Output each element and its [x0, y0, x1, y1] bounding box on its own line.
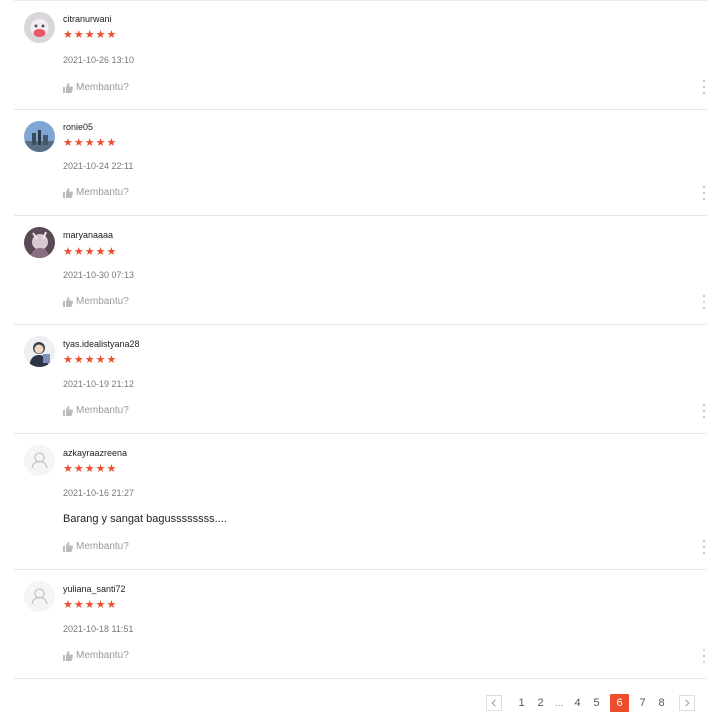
page-8[interactable]: 8: [652, 697, 671, 709]
avatar[interactable]: [24, 581, 55, 612]
review-username[interactable]: maryanaaaa: [63, 230, 113, 240]
page-5[interactable]: 5: [587, 697, 606, 709]
review-item: ronie05 ★★★★★ 2021-10-24 22:11 Membantu?: [14, 109, 707, 216]
avatar[interactable]: [24, 12, 55, 43]
avatar[interactable]: [24, 445, 55, 476]
thumbs-up-icon: [63, 187, 73, 198]
avatar[interactable]: [24, 336, 55, 367]
chevron-right-icon: [685, 699, 690, 707]
helpful-label: Membantu?: [76, 405, 129, 416]
helpful-button[interactable]: Membantu?: [63, 650, 129, 661]
rating-stars: ★★★★★: [63, 246, 118, 258]
rating-stars: ★★★★★: [63, 137, 118, 149]
page-6-current[interactable]: 6: [610, 694, 629, 712]
chevron-left-icon: [491, 699, 496, 707]
more-options-icon[interactable]: [701, 404, 707, 418]
review-date: 2021-10-18 11:51: [63, 624, 134, 634]
review-date: 2021-10-26 13:10: [63, 55, 135, 65]
rating-stars: ★★★★★: [63, 29, 118, 41]
page-7[interactable]: 7: [633, 697, 652, 709]
thumbs-up-icon: [63, 296, 73, 307]
review-item: azkayraazreena ★★★★★ 2021-10-16 21:27 Ba…: [14, 433, 707, 570]
thumbs-up-icon: [63, 650, 73, 661]
avatar[interactable]: [24, 227, 55, 258]
next-page-button[interactable]: [679, 695, 695, 711]
review-username[interactable]: yuliana_santi72: [63, 584, 126, 594]
helpful-button[interactable]: Membantu?: [63, 541, 129, 552]
default-user-icon: [24, 445, 55, 476]
review-date: 2021-10-16 21:27: [63, 488, 135, 498]
more-options-icon[interactable]: [701, 540, 707, 554]
review-comment: Barang y sangat bagussssssss....: [63, 513, 227, 525]
review-item: tyas.idealistyana28 ★★★★★ 2021-10-19 21:…: [14, 324, 707, 434]
helpful-label: Membantu?: [76, 82, 129, 93]
thumbs-up-icon: [63, 405, 73, 416]
rating-stars: ★★★★★: [63, 599, 118, 611]
rating-stars: ★★★★★: [63, 354, 118, 366]
review-username[interactable]: azkayraazreena: [63, 448, 127, 458]
review-username[interactable]: ronie05: [63, 122, 93, 132]
review-date: 2021-10-24 22:11: [63, 161, 134, 171]
review-date: 2021-10-30 07:13: [63, 270, 135, 280]
default-user-icon: [24, 581, 55, 612]
review-item: maryanaaaa ★★★★★ 2021-10-30 07:13 Memban…: [14, 215, 707, 325]
review-username[interactable]: citranurwani: [63, 14, 112, 24]
page-2[interactable]: 2: [531, 697, 550, 709]
page-1[interactable]: 1: [512, 697, 531, 709]
helpful-button[interactable]: Membantu?: [63, 82, 129, 93]
prev-page-button[interactable]: [486, 695, 502, 711]
more-options-icon[interactable]: [701, 295, 707, 309]
more-options-icon[interactable]: [701, 186, 707, 200]
rating-stars: ★★★★★: [63, 463, 118, 475]
pagination: 1 2 ... 4 5 6 7 8: [486, 694, 695, 712]
helpful-button[interactable]: Membantu?: [63, 296, 129, 307]
thumbs-up-icon: [63, 541, 73, 552]
helpful-label: Membantu?: [76, 296, 129, 307]
helpful-button[interactable]: Membantu?: [63, 187, 129, 198]
avatar[interactable]: [24, 121, 55, 152]
page-4[interactable]: 4: [568, 697, 587, 709]
helpful-label: Membantu?: [76, 187, 129, 198]
helpful-label: Membantu?: [76, 650, 129, 661]
review-date: 2021-10-19 21:12: [63, 379, 135, 389]
thumbs-up-icon: [63, 82, 73, 93]
review-username[interactable]: tyas.idealistyana28: [63, 339, 140, 349]
more-options-icon[interactable]: [701, 80, 707, 94]
helpful-button[interactable]: Membantu?: [63, 405, 129, 416]
review-item: yuliana_santi72 ★★★★★ 2021-10-18 11:51 M…: [14, 569, 707, 679]
page-ellipsis: ...: [554, 697, 564, 709]
helpful-label: Membantu?: [76, 541, 129, 552]
review-item: citranurwani ★★★★★ 2021-10-26 13:10 Memb…: [14, 0, 707, 110]
more-options-icon[interactable]: [701, 649, 707, 663]
